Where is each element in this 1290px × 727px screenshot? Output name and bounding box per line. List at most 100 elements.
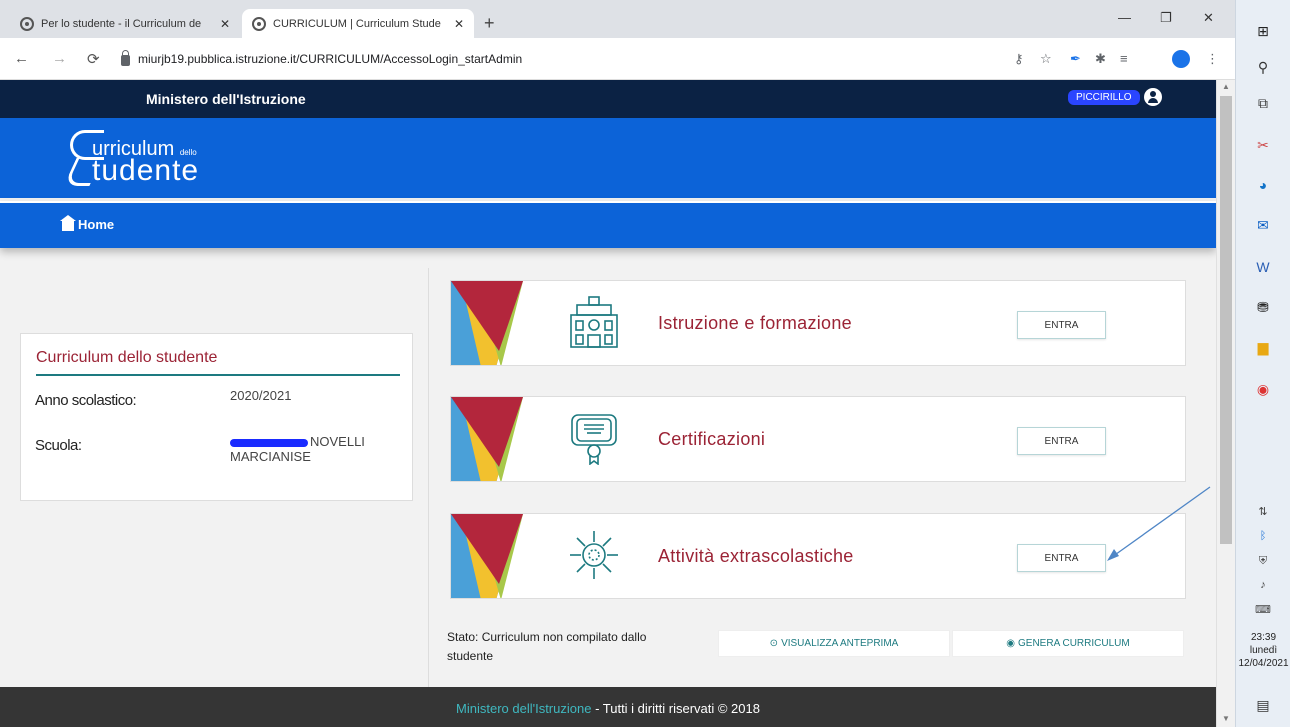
entra-button-certificazioni[interactable]: ENTRA xyxy=(1017,427,1106,455)
clock-date: 12/04/2021 xyxy=(1238,658,1289,669)
info-card-rule xyxy=(36,374,400,376)
puzzle-icon[interactable]: ✱ xyxy=(1095,51,1106,67)
page-footer: Ministero dell'Istruzione - Tutti i diri… xyxy=(0,687,1216,727)
generate-label: GENERA CURRICULUM xyxy=(1018,638,1130,649)
scuola-value: NOVELLI MARCIANISE xyxy=(230,434,365,464)
tab-close-icon[interactable]: ✕ xyxy=(454,17,464,31)
preview-label: VISUALIZZA ANTEPRIMA xyxy=(781,638,899,649)
page-scrollbar[interactable]: ▲ ▼ xyxy=(1216,80,1235,727)
entra-button-attivita[interactable]: ENTRA xyxy=(1017,544,1106,572)
nav-home-link[interactable]: Home xyxy=(60,214,115,232)
ministry-title: Ministero dell'Istruzione xyxy=(146,91,306,107)
browser-tabstrip: Per lo studente - il Curriculum de ✕ CUR… xyxy=(0,0,1235,38)
extension-feather-icon[interactable]: ✒ xyxy=(1070,51,1081,67)
back-button[interactable]: ← xyxy=(14,50,29,67)
entra-button-istruzione[interactable]: ENTRA xyxy=(1017,311,1106,339)
nav-home-label: Home xyxy=(78,217,115,232)
scroll-up-icon[interactable]: ▲ xyxy=(1222,82,1230,91)
reload-button[interactable]: ⟳ xyxy=(87,50,100,68)
page-content: Ministero dell'Istruzione PICCIRILLO urr… xyxy=(0,80,1216,727)
ministry-topbar: Ministero dell'Istruzione PICCIRILLO xyxy=(0,80,1216,118)
mail-icon[interactable]: ✉ xyxy=(1252,214,1274,236)
windows-start-icon[interactable]: ⊞ xyxy=(1252,20,1274,42)
profile-avatar[interactable] xyxy=(1172,50,1190,68)
tab-title: CURRICULUM | Curriculum Stude xyxy=(273,17,441,30)
activity-burst-icon xyxy=(570,531,618,579)
bluetooth-icon[interactable]: ᛒ xyxy=(1252,525,1274,547)
snipping-tool-icon[interactable]: ✂ xyxy=(1252,134,1274,156)
url-text: miurjb19.pubblica.istruzione.it/CURRICUL… xyxy=(138,52,523,66)
menu-kebab-icon[interactable]: ⋮ xyxy=(1206,51,1219,67)
footer-ministry-link[interactable]: Ministero dell'Istruzione xyxy=(456,701,591,716)
minimize-button[interactable]: — xyxy=(1118,10,1131,25)
section-card-certificazioni: Certificazioni ENTRA xyxy=(450,396,1186,482)
section-title: Istruzione e formazione xyxy=(658,313,852,333)
ribbon-decoration xyxy=(451,397,523,481)
student-info-card: Curriculum dello studente Anno scolastic… xyxy=(20,333,413,501)
section-title: Certificazioni xyxy=(658,429,766,449)
anno-label: Anno scolastico: xyxy=(35,392,137,409)
scuola-label: Scuola: xyxy=(35,437,82,454)
edge-icon[interactable]: ◕ xyxy=(1252,174,1274,196)
eye-circle-icon: ⊙ xyxy=(769,638,779,649)
browser-tab-1[interactable]: Per lo studente - il Curriculum de ✕ xyxy=(10,9,240,38)
file-explorer-icon[interactable]: ▆ xyxy=(1252,336,1274,358)
scroll-thumb[interactable] xyxy=(1220,96,1232,544)
address-bar[interactable]: miurjb19.pubblica.istruzione.it/CURRICUL… xyxy=(113,45,993,73)
eye-icon: ◉ xyxy=(1006,638,1016,649)
info-card-title: Curriculum dello studente xyxy=(36,349,218,366)
globe-icon xyxy=(252,16,266,31)
user-name: PICCIRILLO xyxy=(1068,89,1140,105)
certificate-icon xyxy=(571,414,617,465)
store-icon[interactable]: ⛃ xyxy=(1252,296,1274,318)
building-icon xyxy=(570,296,618,348)
task-view-icon[interactable]: ⧉ xyxy=(1252,92,1274,114)
reading-list-icon[interactable]: ≡ xyxy=(1120,51,1128,66)
column-divider xyxy=(428,268,429,688)
generate-button[interactable]: ◉ GENERA CURRICULUM xyxy=(952,630,1184,657)
user-menu[interactable]: PICCIRILLO xyxy=(1068,88,1162,106)
new-tab-button[interactable]: + xyxy=(484,13,495,34)
curriculum-status: Stato: Curriculum non compilato dallo st… xyxy=(447,630,647,663)
redaction-mark xyxy=(230,438,308,447)
keyboard-icon[interactable]: ⌨ xyxy=(1252,598,1274,620)
windows-taskbar: ⊞ ⚲ ⧉ ✂ ◕ ✉ W ⛃ ▆ ◉ ⇅ ᛒ ⛨ ♪ ⌨ 23:39 lune… xyxy=(1235,0,1290,727)
browser-tab-2-active[interactable]: CURRICULUM | Curriculum Stude ✕ xyxy=(242,9,474,38)
ribbon-decoration xyxy=(451,514,523,598)
tab-close-icon[interactable]: ✕ xyxy=(220,17,230,31)
taskbar-clock[interactable]: 23:39 lunedì 12/04/2021 xyxy=(1236,631,1290,670)
globe-icon xyxy=(20,16,34,31)
home-icon xyxy=(60,214,76,231)
notification-icon[interactable]: ▤ xyxy=(1252,694,1274,716)
ribbon-decoration xyxy=(451,281,523,365)
clock-time: 23:39 xyxy=(1250,632,1277,643)
key-icon[interactable]: ⚷ xyxy=(1014,51,1024,67)
restore-button[interactable]: ❐ xyxy=(1160,10,1172,26)
section-card-attivita: Attività extrascolastiche ENTRA xyxy=(450,513,1186,599)
tab-title: Per lo studente - il Curriculum de xyxy=(41,17,202,30)
security-icon[interactable]: ⛨ xyxy=(1252,550,1274,572)
section-card-istruzione: Istruzione e formazione ENTRA xyxy=(450,280,1186,366)
preview-button[interactable]: ⊙ VISUALIZZA ANTEPRIMA xyxy=(718,630,950,657)
logo-line2: tudente xyxy=(92,154,200,187)
user-icon[interactable] xyxy=(1143,88,1162,106)
lock-icon xyxy=(121,50,130,66)
volume-icon[interactable]: ♪ xyxy=(1252,574,1274,596)
search-icon[interactable]: ⚲ xyxy=(1252,56,1274,78)
chrome-icon[interactable]: ◉ xyxy=(1252,378,1274,400)
scuola-value-line2: MARCIANISE xyxy=(230,449,311,464)
tray-network-icon[interactable]: ⇅ xyxy=(1252,500,1274,522)
clock-day: lunedì xyxy=(1249,645,1278,656)
browser-toolbar: ← → ⟳ miurjb19.pubblica.istruzione.it/CU… xyxy=(0,38,1235,80)
scroll-down-icon[interactable]: ▼ xyxy=(1222,714,1230,723)
main-navbar: Home xyxy=(0,201,1216,248)
section-title: Attività extrascolastiche xyxy=(658,546,854,566)
window-close-button[interactable]: ✕ xyxy=(1203,10,1214,26)
word-icon[interactable]: W xyxy=(1252,256,1274,278)
forward-button[interactable]: → xyxy=(52,50,67,67)
footer-copyright: - Tutti i diritti riservati © 2018 xyxy=(591,701,760,716)
brand-banner: urriculum dello tudente xyxy=(0,118,1216,198)
anno-value: 2020/2021 xyxy=(230,388,292,403)
scuola-value-line1: NOVELLI xyxy=(310,434,365,449)
star-icon[interactable]: ☆ xyxy=(1040,51,1052,67)
